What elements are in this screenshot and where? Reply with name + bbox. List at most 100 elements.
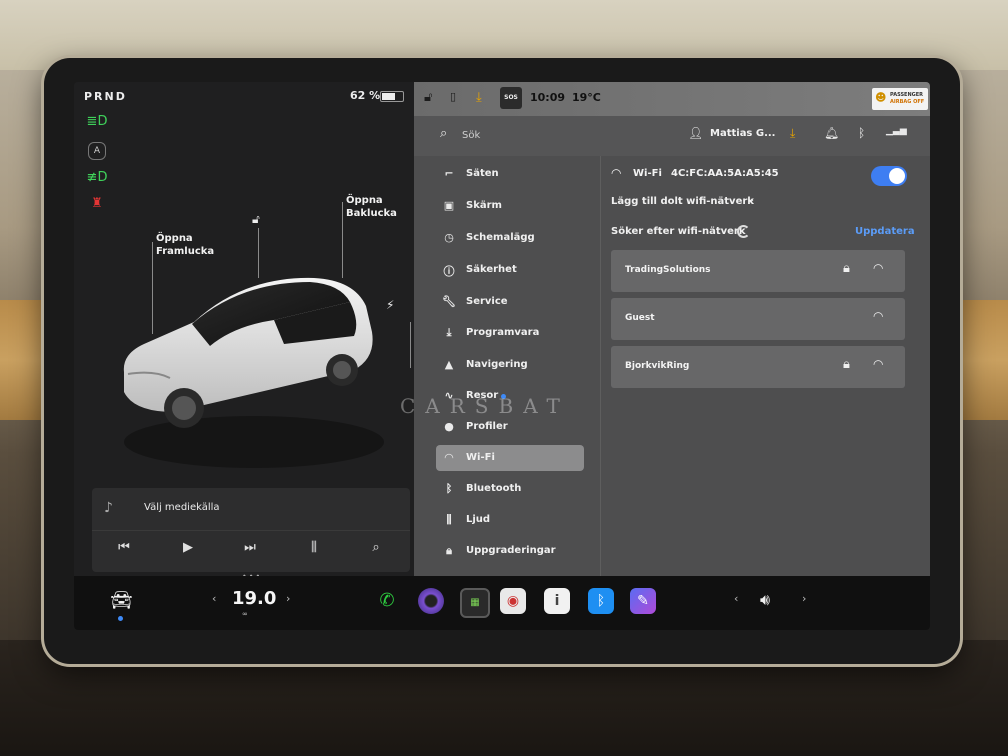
nav-item-bluetooth[interactable]: ᛒ Bluetooth <box>436 476 584 502</box>
network-name: BjorkvikRing <box>625 361 690 371</box>
open-trunk-button[interactable]: Öppna Baklucka <box>346 194 397 220</box>
temp-up-button[interactable]: › <box>286 592 290 605</box>
media-source-selector[interactable]: ♪ Välj mediekälla <box>92 488 410 531</box>
sliders-icon: ⫼ <box>446 513 452 526</box>
notification-bell-icon[interactable]: 🔔︎ <box>824 126 839 140</box>
low-beam-icon: ≣D <box>86 114 108 129</box>
nav-label: Profiler <box>466 421 508 432</box>
bottom-dock: 🚘︎ ‹ 19.0 ∞ › ✆ ▦ ◉ i ᛒ ✎ ‹ 🔊︎ › <box>74 576 930 630</box>
bluetooth-status-icon[interactable]: ᛒ <box>858 126 865 140</box>
wifi-settings-panel: ◠ Wi-Fi 4C:FC:AA:5A:A5:45 Lägg till dolt… <box>601 156 930 576</box>
nav-label: Wi-Fi <box>466 452 495 463</box>
network-item[interactable]: Guest ◠ <box>611 298 905 340</box>
passenger-airbag-indicator: ☻ PASSENGER AIRBAG OFF <box>872 88 928 110</box>
media-search-button[interactable]: ⌕ <box>364 540 388 555</box>
lock-icon: 🔒︎ <box>843 357 850 372</box>
play-button[interactable]: ▶ <box>176 540 200 555</box>
volume-down-button[interactable]: ‹ <box>734 592 738 605</box>
nav-item-display[interactable]: ▣ Skärm <box>436 193 584 219</box>
nav-label: Service <box>466 296 508 307</box>
settings-header: ⌕ 👤︎ Mattias G... ⤓ 🔔︎ ᛒ ▁▃▅ <box>414 116 930 157</box>
clock-icon: ◷ <box>444 231 454 244</box>
nav-label: Ljud <box>466 514 491 525</box>
download-icon[interactable]: ⤓ <box>476 90 482 105</box>
nav-label: Bluetooth <box>466 483 522 494</box>
karaoke-app-icon[interactable]: ✎ <box>630 588 656 614</box>
wifi-mac-address: 4C:FC:AA:5A:A5:45 <box>671 168 779 179</box>
airbag-label-line2: AIRBAG OFF <box>890 99 925 105</box>
volume-up-button[interactable]: › <box>802 592 806 605</box>
battery-percentage: 62 % <box>350 89 381 102</box>
nav-item-upgrades[interactable]: 🔒︎ Uppgraderingar <box>436 538 584 564</box>
searching-status: Söker efter wifi-nätverk <box>611 226 746 237</box>
nav-item-service[interactable]: 🔧︎ Service <box>436 289 584 315</box>
next-track-button[interactable]: ⏭︎ <box>238 540 262 555</box>
equalizer-button[interactable]: ⫼ <box>302 540 326 555</box>
battery-icon <box>380 91 404 102</box>
nav-item-schedule[interactable]: ◷ Schemalägg <box>436 225 584 251</box>
wifi-title: Wi-Fi <box>633 168 662 179</box>
camera-app-icon[interactable] <box>418 588 444 614</box>
active-indicator-dot <box>118 616 123 621</box>
fog-light-icon: ≢D <box>86 170 108 185</box>
lte-signal-icon: ▁▃▅ <box>886 126 907 136</box>
bluetooth-app-icon[interactable]: ᛒ <box>588 588 614 614</box>
climate-fan-icon: ∞ <box>242 610 248 618</box>
add-hidden-network-button[interactable]: Lägg till dolt wifi-nätverk <box>611 196 754 207</box>
settings-search-input[interactable] <box>460 124 584 146</box>
network-name: TradingSolutions <box>625 265 711 275</box>
wifi-toggle[interactable] <box>871 166 907 186</box>
apps-launcher-icon[interactable]: ▦ <box>460 588 490 618</box>
phone-icon[interactable]: ✆ <box>374 588 400 614</box>
gear-indicator: PRND <box>84 90 127 103</box>
airbag-label-line1: PASSENGER <box>890 92 924 98</box>
wifi-signal-icon: ◠ <box>873 309 884 323</box>
unlock-icon[interactable]: 🔓︎ <box>252 212 260 227</box>
nav-label: Skärm <box>466 200 502 211</box>
settings-nav: ⌐ Säten ▣ Skärm ◷ Schemalägg ⓘ Säkerhet 🔧︎ Se… <box>414 156 601 576</box>
airbag-icon: ☻ <box>875 91 887 104</box>
chevron-down-icon[interactable]: ⌄ <box>747 194 755 205</box>
nav-label: Säten <box>466 168 499 179</box>
seatbelt-warning-icon: ♜ <box>91 196 103 211</box>
nav-label: Uppgraderingar <box>466 545 556 556</box>
driver-profile-name[interactable]: Mattias G... <box>710 128 775 139</box>
user-icon[interactable]: 👤︎ <box>688 126 703 140</box>
seat-icon: ⌐ <box>444 167 454 180</box>
nav-item-navigation[interactable]: ▲ Navigering <box>436 352 584 378</box>
lock-icon: 🔒︎ <box>843 261 850 276</box>
clock: 10:09 <box>530 91 566 104</box>
lock-status-icon: 🔓︎ <box>424 90 433 105</box>
music-note-icon: ♪ <box>104 500 113 516</box>
open-frunk-button[interactable]: Öppna Framlucka <box>156 232 214 258</box>
media-player: ♪ Välj mediekälla ⏮︎ ▶ ⏭︎ ⫼ ⌕ <box>92 488 410 572</box>
charge-leader-line <box>410 322 411 368</box>
nav-label: Säkerhet <box>466 264 517 275</box>
previous-track-button[interactable]: ⏮︎ <box>112 540 136 555</box>
charge-port-icon[interactable]: ⚡︎ <box>386 298 394 312</box>
media-source-label: Välj mediekälla <box>144 502 220 513</box>
nav-item-safety[interactable]: ⓘ Säkerhet <box>436 257 584 283</box>
phone-key-icon: ▯ <box>450 90 457 103</box>
nav-item-sound[interactable]: ⫼ Ljud <box>436 507 584 533</box>
touchscreen: PRND 62 % ≣D A ≢D ♜ Öppna Framlucka Öppn… <box>74 82 930 630</box>
lock-icon: 🔒︎ <box>446 544 452 557</box>
loading-spinner-icon <box>737 225 750 238</box>
nav-label: Navigering <box>466 359 528 370</box>
temp-down-button[interactable]: ‹ <box>212 592 216 605</box>
nav-item-seats[interactable]: ⌐ Säten <box>436 161 584 187</box>
wifi-signal-icon: ◠ <box>873 357 884 371</box>
dashcam-app-icon[interactable]: ◉ <box>500 588 526 614</box>
car-icon[interactable]: 🚘︎ <box>110 590 133 611</box>
network-item[interactable]: TradingSolutions 🔒︎ ◠ <box>611 250 905 292</box>
network-name: Guest <box>625 313 655 323</box>
manual-app-icon[interactable]: i <box>544 588 570 614</box>
sos-button[interactable]: SOS <box>500 87 522 109</box>
nav-item-software[interactable]: ⤓ Programvara <box>436 320 584 346</box>
volume-icon[interactable]: 🔊︎ <box>760 590 770 610</box>
refresh-networks-button[interactable]: Uppdatera <box>855 226 915 237</box>
cabin-temperature[interactable]: 19.0 <box>232 588 276 609</box>
network-item[interactable]: BjorkvikRing 🔒︎ ◠ <box>611 346 905 388</box>
nav-item-wifi[interactable]: ◠ Wi-Fi <box>436 445 584 471</box>
software-download-icon[interactable]: ⤓ <box>790 126 795 141</box>
